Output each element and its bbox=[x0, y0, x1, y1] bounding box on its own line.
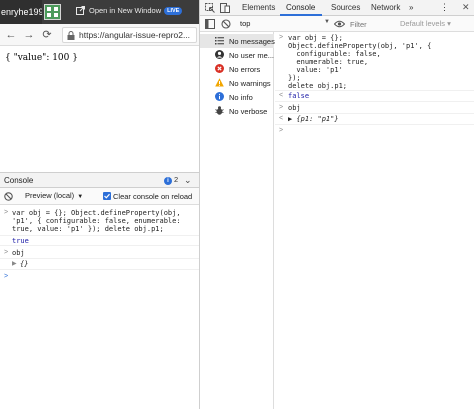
app-logo-icon bbox=[44, 4, 61, 20]
open-new-window-label: Open in New Window bbox=[89, 6, 162, 15]
console-entry[interactable]: ▶ {} bbox=[0, 259, 199, 270]
lock-icon bbox=[67, 31, 75, 42]
reload-icon[interactable]: ⟳ bbox=[40, 28, 54, 42]
input-prompt-icon: > bbox=[279, 34, 284, 41]
console-output: > var obj = {}; Object.defineProperty(ob… bbox=[275, 32, 474, 409]
more-options-icon[interactable]: ⋮ bbox=[440, 2, 449, 13]
sidebar-item-label: No info bbox=[229, 93, 253, 102]
console-toolbar: top ▼ Default levels ▾ bbox=[200, 16, 474, 32]
context-select[interactable]: top bbox=[240, 19, 250, 28]
sidebar-item-label: No verbose bbox=[229, 107, 268, 116]
context-select-value: Preview (local) bbox=[25, 191, 75, 200]
url-input[interactable]: https://angular-issue-repro2... bbox=[62, 27, 197, 43]
clear-on-reload-label: Clear console on reload bbox=[113, 192, 193, 201]
mini-console-toolbar: Preview (local) ▼ Clear console on reload bbox=[0, 188, 199, 205]
console-object-preview[interactable]: ▶ {p1: "p1"} bbox=[288, 115, 339, 123]
info-icon: i bbox=[164, 177, 172, 185]
devtools-tabbar: Elements Console Sources Network » ⋮ ✕ bbox=[200, 0, 474, 16]
message-count: 2 bbox=[174, 175, 179, 184]
error-icon bbox=[215, 64, 224, 73]
expand-arrow-icon[interactable]: ▶ bbox=[12, 260, 17, 267]
message-count-badge: i2 bbox=[164, 175, 178, 185]
output-prompt-icon: < bbox=[279, 115, 284, 122]
devtools-panel: Elements Console Sources Network » ⋮ ✕ t… bbox=[200, 0, 474, 409]
info-icon bbox=[215, 92, 224, 101]
console-result-text: false bbox=[288, 92, 310, 100]
context-select[interactable]: Preview (local) ▼ bbox=[25, 191, 83, 200]
input-prompt-icon: > bbox=[279, 104, 284, 111]
filter-input[interactable] bbox=[350, 18, 390, 30]
inspect-icon[interactable] bbox=[205, 3, 215, 15]
console-sidebar: No messages No user me... No errors No w… bbox=[200, 32, 275, 409]
clear-on-reload-checkbox[interactable] bbox=[103, 192, 111, 200]
console-prompt-line[interactable]: > bbox=[0, 270, 199, 283]
sidebar-item-info[interactable]: No info bbox=[200, 90, 274, 104]
sidebar-item-label: No messages bbox=[229, 37, 275, 46]
preview-pane: enryhe1993 Open in New WindowLIVE ← → ⟳ … bbox=[0, 0, 199, 409]
sidebar-item-errors[interactable]: No errors bbox=[200, 62, 274, 76]
forward-icon[interactable]: → bbox=[22, 28, 36, 42]
console-entry: > var obj = {}; Object.defineProperty(ob… bbox=[0, 208, 199, 236]
sidebar-item-warnings[interactable]: No warnings bbox=[200, 76, 274, 90]
open-new-window-button[interactable]: Open in New Window LIVE bbox=[76, 6, 183, 17]
input-prompt-icon: > bbox=[4, 209, 9, 216]
chevron-down-icon[interactable]: ▼ bbox=[324, 19, 330, 25]
sidebar-item-verbose[interactable]: No verbose bbox=[200, 104, 274, 118]
console-entry: > obj bbox=[0, 246, 199, 259]
console-entry: > obj bbox=[275, 102, 474, 114]
console-result-text: true bbox=[12, 237, 29, 245]
clear-console-icon[interactable] bbox=[221, 19, 231, 31]
preview-output: { "value": 100 } bbox=[5, 53, 78, 63]
mini-console-output: > var obj = {}; Object.defineProperty(ob… bbox=[0, 206, 199, 409]
mini-console-title: Console bbox=[4, 176, 34, 185]
input-prompt-icon: > bbox=[279, 127, 284, 134]
console-entry: > var obj = {}; Object.defineProperty(ob… bbox=[275, 33, 474, 91]
list-icon bbox=[215, 36, 224, 45]
url-bar: ← → ⟳ https://angular-issue-repro2... bbox=[0, 24, 199, 46]
console-result-text: {} bbox=[20, 260, 29, 268]
verbose-icon bbox=[215, 106, 224, 115]
console-entry: < false bbox=[275, 91, 474, 102]
live-badge: LIVE bbox=[164, 7, 183, 15]
tab-console[interactable]: Console bbox=[286, 3, 315, 12]
sidebar-item-messages[interactable]: No messages bbox=[200, 34, 275, 48]
sidebar-toggle-icon[interactable] bbox=[205, 19, 215, 31]
tab-sources[interactable]: Sources bbox=[331, 3, 360, 12]
user-icon bbox=[215, 50, 224, 59]
app-preview: { "value": 100 } bbox=[0, 47, 199, 170]
console-entry: true bbox=[0, 236, 199, 246]
eye-icon[interactable] bbox=[333, 20, 346, 30]
back-icon[interactable]: ← bbox=[4, 28, 18, 42]
output-prompt-icon: < bbox=[279, 92, 284, 99]
sidebar-item-label: No errors bbox=[229, 65, 261, 74]
close-icon[interactable]: ✕ bbox=[462, 2, 470, 13]
sidebar-item-label: No warnings bbox=[229, 79, 271, 88]
clear-console-icon[interactable] bbox=[4, 192, 13, 203]
warning-icon bbox=[215, 78, 224, 87]
console-input-text: obj bbox=[12, 249, 25, 257]
console-input-text: obj bbox=[288, 104, 301, 112]
console-input-text: var obj = {}; Object.defineProperty(obj,… bbox=[288, 34, 432, 90]
sandbox-topbar: enryhe1993 Open in New WindowLIVE bbox=[0, 0, 199, 24]
input-prompt-icon: > bbox=[4, 249, 9, 256]
user-label[interactable]: enryhe1993 bbox=[0, 0, 42, 24]
device-toolbar-icon[interactable] bbox=[220, 3, 230, 15]
external-link-icon bbox=[76, 6, 85, 17]
sidebar-item-label: No user me... bbox=[229, 51, 275, 60]
sidebar-item-user-messages[interactable]: No user me... bbox=[200, 48, 274, 62]
url-text: https://angular-issue-repro2... bbox=[79, 30, 191, 40]
input-prompt-icon: > bbox=[4, 273, 9, 280]
chevron-down-icon[interactable]: ⌄ bbox=[184, 175, 192, 186]
console-prompt-line[interactable]: > bbox=[275, 125, 474, 137]
console-entry[interactable]: < ▶ {p1: "p1"} bbox=[275, 114, 474, 125]
levels-select[interactable]: Default levels ▾ bbox=[400, 19, 451, 28]
chevron-down-icon: ▼ bbox=[77, 194, 84, 200]
tab-elements[interactable]: Elements bbox=[242, 3, 275, 12]
more-tabs-icon[interactable]: » bbox=[409, 3, 413, 12]
console-input-text: var obj = {}; Object.defineProperty(obj,… bbox=[12, 209, 181, 233]
mini-console-header[interactable]: Console i2 ⌄ bbox=[0, 172, 199, 188]
tab-network[interactable]: Network bbox=[371, 3, 400, 12]
